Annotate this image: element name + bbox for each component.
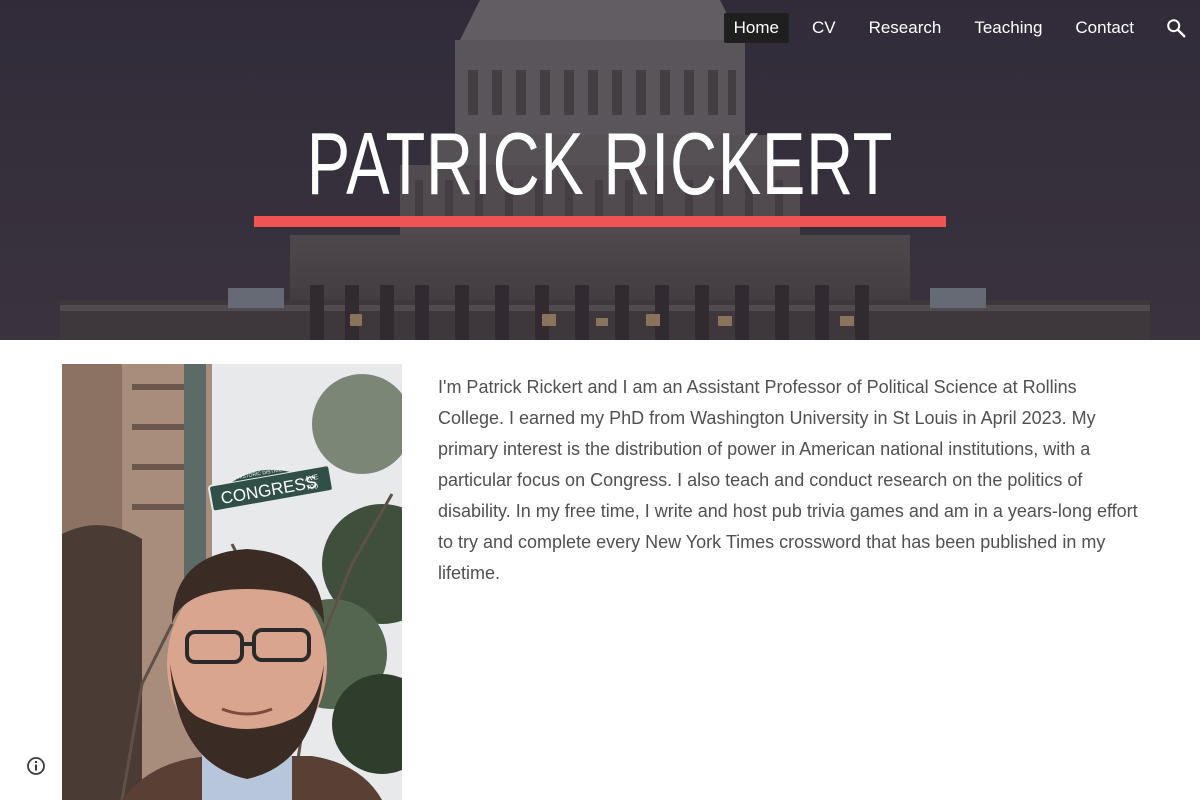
profile-photo-image: CONGRESS AVE 700 HISTORIC DISTRICT <box>62 364 402 800</box>
search-button[interactable] <box>1152 12 1200 44</box>
nav-item-cv[interactable]: CV <box>802 13 846 43</box>
nav-item-teaching[interactable]: Teaching <box>964 13 1052 43</box>
nav-item-contact[interactable]: Contact <box>1065 13 1144 43</box>
info-icon <box>27 757 45 775</box>
nav-item-home[interactable]: Home <box>723 13 789 43</box>
top-navigation: Home CV Research Teaching Contact <box>711 12 1200 44</box>
search-icon <box>1167 19 1186 38</box>
site-title: PATRICK RICKERT <box>306 114 894 213</box>
nav-item-research[interactable]: Research <box>859 13 952 43</box>
title-underline <box>254 216 946 227</box>
site-info-button[interactable] <box>26 756 46 776</box>
bio-paragraph: I'm Patrick Rickert and I am an Assistan… <box>438 377 1138 583</box>
profile-photo: CONGRESS AVE 700 HISTORIC DISTRICT <box>62 364 402 800</box>
hero-banner: Home CV Research Teaching Contact PATRIC… <box>0 0 1200 340</box>
